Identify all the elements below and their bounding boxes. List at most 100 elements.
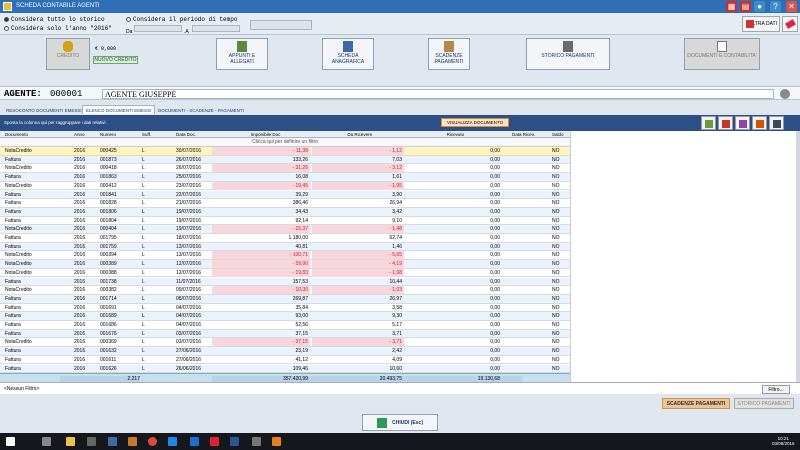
agent-name: AGENTE GIUSEPPE (102, 89, 774, 99)
col-ricevuto-cell: 0,00 (490, 252, 500, 259)
table-row[interactable]: Fattura 2016 001759 L 13/07/2016 40,81 1,46 0,0… (0, 242, 570, 252)
table-row[interactable]: Fattura 2016 001691 L 04/07/2016 35,84 3,58 0,0… (0, 304, 570, 313)
table-row[interactable]: NotaCredito 2016 000369 L 03/07/2016 - 37,15 -… (0, 338, 570, 348)
col-suff-header[interactable]: Suff. (142, 132, 151, 137)
table-row[interactable]: Fattura 2016 001804 L 19/07/2016 92,14 9,10 0,0… (0, 217, 570, 226)
ie-icon[interactable] (168, 437, 177, 446)
col-ricevuto-header[interactable]: Ricevuto (447, 132, 465, 137)
col-saldo-header[interactable]: Saldo (552, 132, 564, 137)
col-data-doc-header[interactable]: Data Doc. (176, 132, 196, 137)
col-imponibile-cell: 133,26 (292, 156, 308, 163)
scadenze-button[interactable]: SCADENZE PAGAMENTI (428, 38, 470, 70)
filtro-button[interactable]: Filtro... (762, 385, 790, 394)
table-row[interactable]: NotaCredito 2016 000412 L 23/07/2016 - 19,45 -… (0, 181, 570, 191)
radio-period[interactable]: Considera il periodo di tempo (126, 16, 237, 23)
col-documento-cell: Fattura (5, 348, 21, 355)
clock[interactable]: 10:21 03/08/2016 (772, 436, 795, 446)
filter-row[interactable]: Clicca qui per definire un filtro (0, 138, 570, 147)
folder-icon[interactable] (128, 437, 137, 446)
table-row[interactable]: NotaCredito 2016 000382 L 09/07/2016 - 10,30 -… (0, 286, 570, 295)
date-from-field[interactable] (134, 25, 182, 32)
grid-tool-1[interactable] (701, 116, 716, 130)
app-icon-blue[interactable] (190, 437, 199, 446)
media-icon[interactable] (87, 437, 96, 446)
outlook-icon[interactable] (108, 437, 117, 446)
storico-pagamenti-button[interactable]: STORICO PAGAMENTI (734, 398, 794, 409)
user-icon[interactable]: ● (754, 1, 765, 12)
col-saldo-cell: NO (552, 200, 560, 207)
table-row[interactable]: NotaCredito 2016 000394 L 13/07/2016 - 100,71… (0, 251, 570, 261)
chrome-icon[interactable] (148, 437, 157, 446)
grid-tool-4[interactable] (752, 116, 767, 130)
help-icon[interactable]: ? (770, 1, 781, 12)
tab-elenco[interactable]: ELENCO DOCUMENTI EMESSI (82, 105, 156, 114)
credito-button[interactable]: CREDITO (46, 38, 90, 70)
grid-tool-5[interactable] (769, 116, 784, 130)
table-row[interactable]: Fattura 2016 001863 L 25/07/2016 16,08 1,61 0,0… (0, 173, 570, 182)
radio-only-year[interactable]: Considera solo l'anno "2016" (4, 25, 112, 32)
file-explorer-icon[interactable] (66, 437, 75, 446)
app-icon-orange[interactable] (272, 437, 281, 446)
col-anno-header[interactable]: Anno (74, 132, 85, 137)
filtra-dati-button[interactable]: FILTRA DATI (742, 16, 780, 32)
documenti-button[interactable]: DOCUMENTI E CONTABILITA' (684, 38, 760, 70)
close-window-icon[interactable]: ✕ (786, 1, 797, 12)
table-row[interactable]: Fattura 2016 001626 L 26/06/2016 109,46 10,60 0… (0, 364, 570, 373)
col-numero-cell: 001689 (100, 313, 117, 320)
search-icon[interactable] (42, 437, 51, 446)
col-saldo-cell: NO (552, 182, 560, 189)
table-row[interactable]: Fattura 2016 001689 L 04/07/2016 93,00 9,30 0,0… (0, 312, 570, 321)
visualizza-documento-button[interactable]: VISUALIZZA DOCUMENTO (441, 118, 509, 127)
app-icon-gray[interactable] (252, 437, 261, 446)
table-row[interactable]: NotaCredito 2016 000404 L 19/07/2016 - 15,37 -… (0, 225, 570, 234)
col-anno-cell: 2016 (74, 313, 86, 320)
col-numero-cell: 000418 (100, 165, 117, 172)
table-row[interactable]: Fattura 2016 001841 L 22/07/2016 39,29 3,90 0,0… (0, 190, 570, 200)
grid-icon[interactable]: ▤ (740, 1, 751, 12)
col-da-ricevere-cell: 9,30 (392, 313, 402, 320)
group-by-panel: Sposta la colonna qui per raggruppare i … (0, 115, 800, 131)
table-row[interactable]: Fattura 2016 001828 L 21/07/2016 386,46 26,94 0… (0, 199, 570, 208)
col-imponibile-header[interactable]: Imponibile Doc (251, 132, 281, 137)
column-header: Documento Anno Numero Suff. Data Doc. Imponib… (0, 131, 570, 138)
table-row[interactable]: Fattura 2016 001806 L 19/07/2016 34,43 3,42 0,0… (0, 207, 570, 217)
tab-resoconto[interactable]: RESOCONTO DOCUMENTI EMESSI (2, 105, 86, 114)
clear-filter-button[interactable] (782, 16, 798, 32)
nuovo-credito-button[interactable]: NUOVO CREDITO (93, 56, 138, 64)
col-numero-header[interactable]: Numero (100, 132, 116, 137)
table-row[interactable]: NotaCredito 2016 000388 L 12/07/2016 - 19,83 -… (0, 268, 570, 278)
table-row[interactable]: NotaCredito 2016 000418 L 26/07/2016 - 31,26 -… (0, 164, 570, 174)
word-icon[interactable] (230, 437, 239, 446)
tab-scadenze[interactable]: DOCUMENTI - SCADENZE - PAGAMENTI (154, 105, 248, 114)
table-row[interactable]: NotaCredito 2016 000389 L 12/07/2016 - 59,90 -… (0, 260, 570, 269)
vertical-scrollbar[interactable] (796, 131, 800, 382)
radio-all-history[interactable]: Considera tutto lo storico (4, 16, 105, 23)
table-row[interactable]: Fattura 2016 001795 L 18/07/2016 1.180,00 62,7… (0, 234, 570, 243)
anagrafica-button[interactable]: SCHEDA ANAGRAFICA (322, 38, 374, 70)
app-icon-red[interactable] (210, 437, 219, 446)
grid-tool-2[interactable] (718, 116, 733, 130)
table-row[interactable]: Fattura 2016 001738 L 11/07/2016 157,53 10,44 0… (0, 277, 570, 287)
agent-avatar-icon[interactable] (780, 89, 790, 99)
table-row[interactable]: NotaCredito 2016 000425 L 30/07/2016 - 11,38 -… (0, 147, 570, 156)
table-row[interactable]: Fattura 2016 001676 L 03/07/2016 37,15 3,71 0,0… (0, 329, 570, 339)
col-saldo-cell: NO (552, 165, 560, 172)
calendar-icon[interactable]: ▦ (726, 1, 737, 12)
col-data-ricev-header[interactable]: Data Ricev. (512, 132, 535, 137)
table-row[interactable]: Fattura 2016 001714 L 08/07/2016 269,87 26,97 0… (0, 294, 570, 304)
grid-tool-3[interactable] (735, 116, 750, 130)
table-row[interactable]: Fattura 2016 001686 L 04/07/2016 52,56 5,17 0,0… (0, 321, 570, 330)
storico-button[interactable]: STORICO PAGAMENTI (526, 38, 610, 70)
table-row[interactable]: Fattura 2016 001632 L 27/06/2016 23,19 2,42 0,0… (0, 347, 570, 356)
appunti-button[interactable]: APPUNTI E ALLEGATI (216, 38, 268, 70)
col-da-ricevere-header[interactable]: Da Ricevere (347, 132, 372, 137)
col-numero-cell: 000369 (100, 339, 117, 346)
col-data-doc-cell: 26/07/2016 (176, 165, 202, 172)
col-documento-header[interactable]: Documento (5, 132, 28, 137)
date-to-field[interactable] (192, 25, 240, 32)
table-row[interactable]: Fattura 2016 001611 L 27/06/2016 41,12 4,09 0,0… (0, 356, 570, 365)
scadenze-pagamenti-button[interactable]: SCADENZE PAGAMENTI (662, 398, 730, 409)
table-row[interactable]: Fattura 2016 001873 L 26/07/2016 133,26 7,03 0,… (0, 155, 570, 165)
chiudi-button[interactable]: CHIUDI (Esc) (362, 414, 438, 431)
start-icon[interactable] (6, 437, 15, 446)
